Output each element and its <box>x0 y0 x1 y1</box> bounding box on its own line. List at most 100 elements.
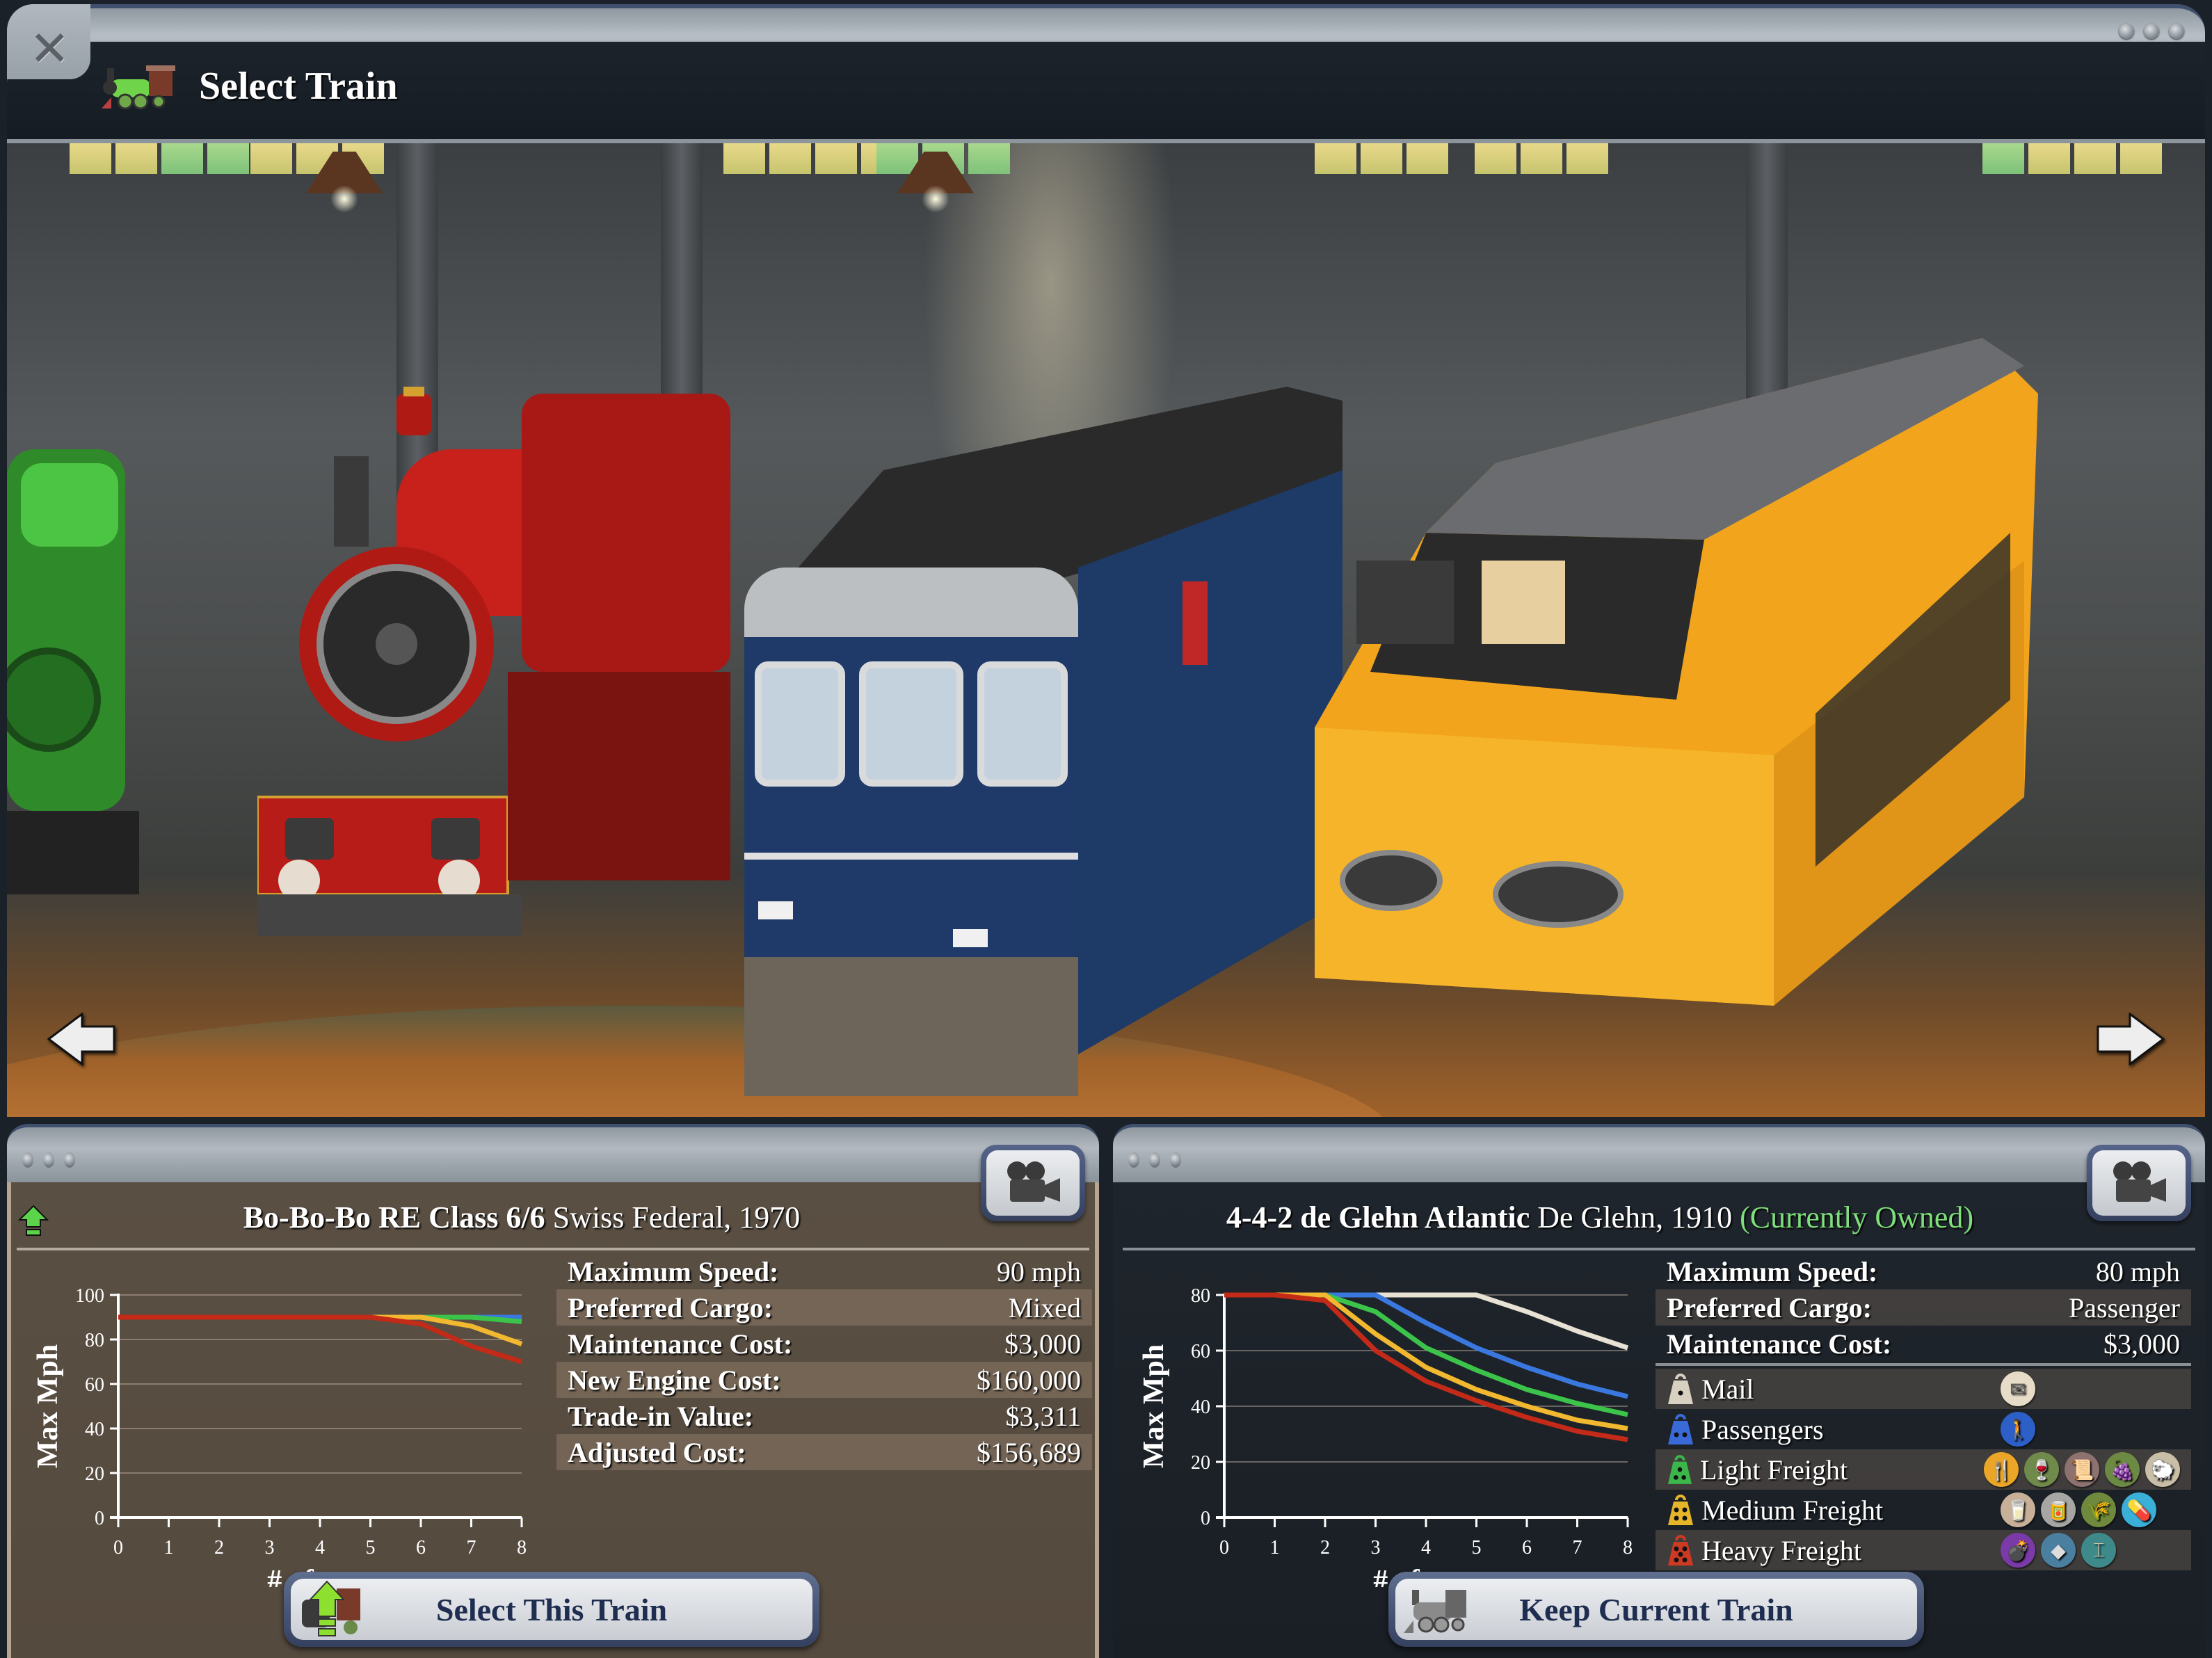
stat-row: Maximum Speed: 80 mph <box>1656 1253 2191 1289</box>
close-button[interactable]: ✕ <box>7 4 90 79</box>
stat-row: New Engine Cost: $160,000 <box>556 1362 1092 1398</box>
divider <box>17 1248 1089 1250</box>
red-steam-locomotive[interactable] <box>257 380 758 950</box>
grapes-icon: 🍇 <box>2105 1452 2140 1487</box>
x-tick-label: 3 <box>265 1537 275 1559</box>
stat-row: Maximum Speed: 90 mph <box>556 1253 1092 1289</box>
cargo-label: Heavy Freight <box>1701 1534 1861 1566</box>
upgrade-train-icon <box>302 1580 360 1636</box>
arrow-left-icon[interactable] <box>47 1013 117 1065</box>
stat-row: Trade-in Value: $3,311 <box>556 1398 1092 1434</box>
train-name: 4-4-2 de Glehn Atlantic <box>1226 1200 1530 1234</box>
train-maker: Swiss Federal, 1970 <box>552 1200 801 1234</box>
stat-value: Mixed <box>1008 1291 1081 1323</box>
stat-value: 90 mph <box>996 1255 1081 1287</box>
green-steam-locomotive[interactable] <box>7 421 153 922</box>
window-dot-icon[interactable] <box>2144 24 2159 39</box>
stat-row: Maintenance Cost: $3,000 <box>556 1326 1092 1362</box>
close-x-icon[interactable]: ✕ <box>29 24 70 73</box>
roundhouse-windows <box>70 143 249 178</box>
fork-food-icon: 🍴 <box>1984 1452 2019 1487</box>
window-dot-icon[interactable] <box>2119 24 2134 39</box>
cargo-row: Heavy Freight 💣 ◆ ⌶ <box>1656 1530 2191 1570</box>
train-maker: De Glehn, 1910 <box>1537 1200 1733 1234</box>
wheat-grain-icon: 🌾 <box>2081 1492 2116 1527</box>
cargo-icons: ✉ <box>2001 1371 2035 1406</box>
movie-camera-icon <box>2113 1161 2166 1202</box>
currently-owned-badge: (Currently Owned) <box>1740 1200 1974 1234</box>
roundhouse-windows <box>1982 143 2162 178</box>
cargo-label: Passengers <box>1701 1413 1824 1445</box>
coal-ore-icon: ◆ <box>2041 1533 2076 1568</box>
x-tick-label: 4 <box>1421 1537 1431 1559</box>
stat-value: 80 mph <box>2095 1255 2180 1287</box>
current-stats-table: Maximum Speed: 80 mph Preferred Cargo: Pas… <box>1656 1253 2191 1570</box>
y-axis-label: Max Mph <box>1138 1344 1170 1469</box>
stat-row: Maintenance Cost: $3,000 <box>1656 1326 2191 1362</box>
y-tick-label: 60 <box>1191 1341 1210 1362</box>
x-tick-label: 0 <box>113 1537 123 1559</box>
bomb-weapons-icon: 💣 <box>2001 1533 2035 1568</box>
series-line-light-freight <box>1224 1292 1628 1417</box>
cargo-label: Light Freight <box>1699 1454 1848 1486</box>
stat-value: $160,000 <box>977 1364 1081 1396</box>
milk-carton-icon: 🥛 <box>2001 1492 2035 1527</box>
title-row: Select Train <box>97 58 398 114</box>
page-title: Select Train <box>199 65 398 108</box>
view-train-camera-button[interactable] <box>981 1145 1085 1221</box>
train-heading: Bo-Bo-Bo RE Class 6/6 Swiss Federal, 197… <box>35 1193 1009 1242</box>
roundhouse-windows <box>1475 143 1608 178</box>
panel-chrome <box>7 1124 1099 1186</box>
cargo-weight-icon <box>1668 1414 1693 1444</box>
selected-stats-table: Maximum Speed: 90 mph Preferred Cargo: Mix… <box>556 1253 1092 1470</box>
y-tick-label: 80 <box>1191 1285 1210 1307</box>
divider <box>1656 1363 2191 1366</box>
x-tick-label: 2 <box>214 1537 224 1559</box>
cargo-row: Medium Freight 🥛 🥫 🌾 💊 <box>1656 1490 2191 1530</box>
x-tick-label: 4 <box>315 1537 325 1559</box>
grey-locomotive-icon <box>1404 1590 1466 1633</box>
current-train-panel: 4-4-2 de Glehn Atlantic De Glehn, 1910 (… <box>1113 1124 2205 1658</box>
arrow-right-icon[interactable] <box>2095 1013 2165 1065</box>
panel-chrome <box>1113 1124 2205 1186</box>
x-tick-label: 6 <box>1522 1537 1532 1559</box>
y-tick-label: 100 <box>75 1285 104 1307</box>
speed-chart-selected: 020406080100012345678# of carsMax Mph <box>32 1285 527 1587</box>
y-tick-label: 40 <box>85 1419 104 1440</box>
canned-goods-icon: 🥫 <box>2041 1492 2076 1527</box>
x-tick-label: 1 <box>164 1537 174 1559</box>
select-this-train-button[interactable]: Select This Train <box>284 1572 819 1647</box>
train-showroom-scene <box>7 143 2205 1117</box>
wine-glass-icon: 🍷 <box>2024 1452 2059 1487</box>
panel-dots <box>22 1152 75 1168</box>
cargo-weight-icon <box>1668 1535 1693 1566</box>
y-tick-label: 40 <box>1191 1397 1210 1418</box>
x-tick-label: 0 <box>1219 1537 1229 1559</box>
stat-list: Maximum Speed: 80 mph Preferred Cargo: Pas… <box>1656 1253 2191 1362</box>
cargo-icons: 🚶 <box>2001 1412 2035 1447</box>
divider <box>1123 1248 2195 1250</box>
y-tick-label: 60 <box>85 1374 104 1396</box>
keep-current-train-button[interactable]: Keep Current Train <box>1388 1572 1924 1647</box>
movie-camera-icon <box>1007 1161 1060 1202</box>
stat-value: $3,311 <box>1005 1400 1081 1432</box>
envelope-icon: ✉ <box>2001 1371 2035 1406</box>
blue-electric-locomotive[interactable] <box>744 373 1356 1103</box>
yellow-high-speed-locomotive[interactable] <box>1287 310 2052 1117</box>
x-tick-label: 8 <box>1623 1537 1633 1559</box>
cargo-label: Mail <box>1701 1373 1754 1405</box>
cargo-row: Passengers 🚶 <box>1656 1409 2191 1449</box>
roundhouse-windows <box>1315 143 1448 178</box>
cargo-row: Light Freight 🍴 🍷 📜 🍇 🐑 <box>1656 1449 2191 1490</box>
window-dot-icon[interactable] <box>2169 24 2184 39</box>
cargo-weight-icon <box>1667 1455 1692 1484</box>
cargo-icons: 💣 ◆ ⌶ <box>2001 1533 2116 1568</box>
sheep-wool-icon: 🐑 <box>2145 1452 2180 1487</box>
y-axis-label: Max Mph <box>32 1344 64 1469</box>
x-tick-label: 6 <box>416 1537 426 1559</box>
stat-value: $3,000 <box>2103 1328 2180 1360</box>
train-name: Bo-Bo-Bo RE Class 6/6 <box>243 1200 545 1234</box>
x-tick-label: 8 <box>517 1537 527 1559</box>
lamp-light <box>330 185 358 213</box>
view-current-train-camera-button[interactable] <box>2087 1145 2191 1221</box>
